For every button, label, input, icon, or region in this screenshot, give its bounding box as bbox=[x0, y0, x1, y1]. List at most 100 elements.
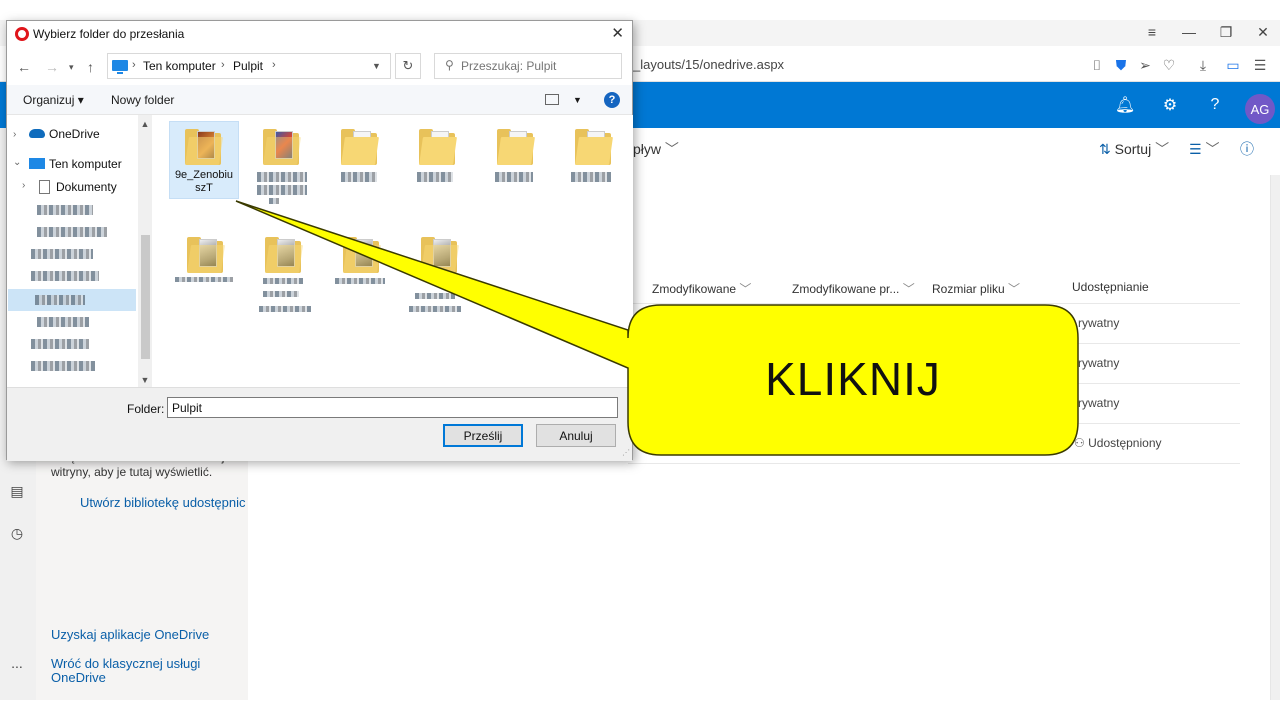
blurred-file-name[interactable] bbox=[257, 172, 307, 182]
chevron-right-icon: › bbox=[221, 59, 225, 71]
folder-icon[interactable] bbox=[575, 127, 613, 165]
column-modified-by[interactable]: Zmodyfikowane pr... ﹀ bbox=[792, 280, 915, 297]
tree-item-onedrive[interactable]: OneDrive bbox=[49, 127, 100, 141]
row-divider bbox=[628, 423, 1240, 424]
search-input[interactable] bbox=[461, 57, 617, 75]
help-icon[interactable]: ? bbox=[604, 92, 620, 108]
blurred-tree-item[interactable] bbox=[37, 227, 107, 237]
forward-arrow-icon[interactable]: → bbox=[45, 59, 59, 75]
folder-icon[interactable] bbox=[263, 127, 301, 165]
battery-icon[interactable]: ▭ bbox=[1223, 55, 1243, 75]
chevron-right-icon[interactable]: › bbox=[22, 180, 25, 191]
get-apps-link[interactable]: Uzyskaj aplikacje OneDrive bbox=[51, 628, 209, 642]
blurred-file-name[interactable] bbox=[259, 306, 311, 312]
address-url[interactable]: _layouts/15/onedrive.aspx bbox=[633, 57, 784, 72]
recent-locations-icon[interactable]: ▾ bbox=[69, 62, 74, 73]
view-grid-icon[interactable] bbox=[545, 94, 559, 105]
chevron-down-icon[interactable]: ⌄ bbox=[13, 157, 21, 168]
restore-button[interactable]: ❐ bbox=[1209, 20, 1243, 44]
folder-icon[interactable] bbox=[419, 127, 457, 165]
help-icon[interactable]: ? bbox=[1202, 92, 1228, 118]
organize-button[interactable]: Organizuj ▾ bbox=[23, 93, 84, 107]
view-options-icon[interactable]: ☰ ﹀ bbox=[1189, 139, 1219, 159]
breadcrumb[interactable]: › Ten komputer › Pulpit › ▼ bbox=[107, 53, 391, 79]
resize-grip-icon[interactable]: ⋰ bbox=[622, 448, 630, 457]
create-library-link[interactable]: Utwórz bibliotekę udostępnic bbox=[80, 496, 245, 510]
blurred-file-name[interactable] bbox=[415, 293, 455, 299]
view-dropdown-icon[interactable]: ▼ bbox=[573, 95, 582, 105]
folder-icon[interactable] bbox=[497, 127, 535, 165]
chevron-down-icon: ﹀ bbox=[1008, 282, 1021, 296]
chevron-right-icon[interactable]: › bbox=[13, 129, 16, 140]
scroll-down-icon[interactable]: ▼ bbox=[138, 375, 152, 385]
gear-icon[interactable]: ⚙ bbox=[1157, 92, 1183, 118]
scroll-up-icon[interactable]: ▲ bbox=[138, 119, 152, 129]
dialog-toolbar: Organizuj ▾ Nowy folder ▼ bbox=[7, 85, 632, 115]
menu-icon[interactable]: ☰ bbox=[1250, 55, 1270, 75]
close-window-button[interactable]: ✕ bbox=[1246, 20, 1280, 44]
tree-item-documents[interactable]: Dokumenty bbox=[56, 180, 117, 194]
folder-icon[interactable] bbox=[343, 235, 381, 273]
feed-icon[interactable]: ▤ bbox=[8, 482, 26, 500]
column-file-size[interactable]: Rozmiar pliku ﹀ bbox=[932, 280, 1020, 297]
blurred-tree-item[interactable] bbox=[31, 249, 93, 259]
heart-icon[interactable]: ♡ bbox=[1159, 55, 1179, 75]
computer-icon bbox=[112, 60, 128, 74]
blurred-file-name[interactable] bbox=[269, 198, 279, 204]
send-icon[interactable]: ➢ bbox=[1135, 55, 1155, 75]
blurred-tree-item[interactable] bbox=[31, 361, 95, 371]
bell-icon[interactable]: 🔔︎ bbox=[1112, 92, 1138, 118]
up-arrow-icon[interactable]: ↑ bbox=[87, 59, 94, 75]
close-icon[interactable]: ✕ bbox=[611, 24, 624, 42]
column-modified[interactable]: Zmodyfikowane ﹀ bbox=[652, 280, 751, 297]
blurred-file-name[interactable] bbox=[495, 172, 533, 182]
upload-command[interactable]: pływ ﹀ bbox=[633, 139, 679, 159]
shield-icon[interactable]: ⛊ bbox=[1111, 55, 1131, 75]
blurred-tree-item[interactable] bbox=[37, 205, 93, 215]
chevron-down-icon[interactable]: ▼ bbox=[372, 61, 381, 71]
camera-icon[interactable]: ⌷ bbox=[1087, 55, 1107, 75]
easy-setup-icon[interactable]: ≡ bbox=[1135, 20, 1169, 44]
blurred-file-name[interactable] bbox=[263, 291, 299, 297]
cancel-button[interactable]: Anuluj bbox=[536, 424, 616, 447]
column-sharing[interactable]: Udostępnianie bbox=[1072, 280, 1149, 294]
refresh-icon[interactable]: ↻ bbox=[395, 53, 421, 79]
clock-icon[interactable]: ◷ bbox=[8, 524, 26, 542]
blurred-file-name[interactable] bbox=[341, 172, 377, 182]
minimize-button[interactable]: — bbox=[1172, 20, 1206, 44]
blurred-file-name[interactable] bbox=[263, 278, 303, 284]
folder-icon[interactable] bbox=[185, 127, 223, 165]
download-icon[interactable]: ⤓ bbox=[1193, 55, 1213, 75]
page-scrollbar[interactable] bbox=[1270, 175, 1280, 700]
blurred-file-name[interactable] bbox=[175, 277, 233, 282]
more-icon[interactable]: ... bbox=[8, 654, 26, 672]
back-arrow-icon[interactable]: ← bbox=[17, 59, 31, 75]
folder-input[interactable] bbox=[167, 397, 618, 418]
new-folder-button[interactable]: Nowy folder bbox=[111, 93, 174, 107]
upload-button[interactable]: Prześlij bbox=[443, 424, 523, 447]
blurred-file-name[interactable] bbox=[417, 172, 453, 182]
blurred-tree-item[interactable] bbox=[35, 295, 85, 305]
classic-onedrive-link[interactable]: Wróć do klasycznej usługi OneDrive bbox=[51, 657, 221, 685]
breadcrumb-this-pc[interactable]: Ten komputer bbox=[143, 59, 216, 73]
blurred-tree-item[interactable] bbox=[31, 339, 89, 349]
folder-icon[interactable] bbox=[187, 235, 225, 273]
folder-icon[interactable] bbox=[265, 235, 303, 273]
info-icon[interactable]: ⓘ bbox=[1240, 139, 1254, 159]
blurred-tree-item[interactable] bbox=[37, 317, 89, 327]
blurred-file-name[interactable] bbox=[571, 172, 611, 182]
sort-button[interactable]: ⇅ Sortuj ﹀ bbox=[1099, 139, 1169, 159]
file-name[interactable]: 9e_Zenobiu szT bbox=[170, 169, 238, 195]
blurred-file-name[interactable] bbox=[409, 306, 461, 312]
blurred-file-name[interactable] bbox=[335, 278, 385, 284]
tree-item-this-pc[interactable]: Ten komputer bbox=[49, 157, 122, 171]
tree-scroll-thumb[interactable] bbox=[141, 235, 150, 359]
blurred-file-name[interactable] bbox=[257, 185, 307, 195]
breadcrumb-desktop[interactable]: Pulpit bbox=[233, 59, 263, 73]
folder-icon[interactable] bbox=[421, 235, 459, 273]
avatar[interactable]: AG bbox=[1245, 94, 1275, 124]
blurred-tree-item[interactable] bbox=[31, 271, 99, 281]
folder-icon[interactable] bbox=[341, 127, 379, 165]
search-box[interactable]: ⚲ bbox=[434, 53, 622, 79]
sharing-cell: ⚇ Udostępniony bbox=[1074, 436, 1162, 450]
